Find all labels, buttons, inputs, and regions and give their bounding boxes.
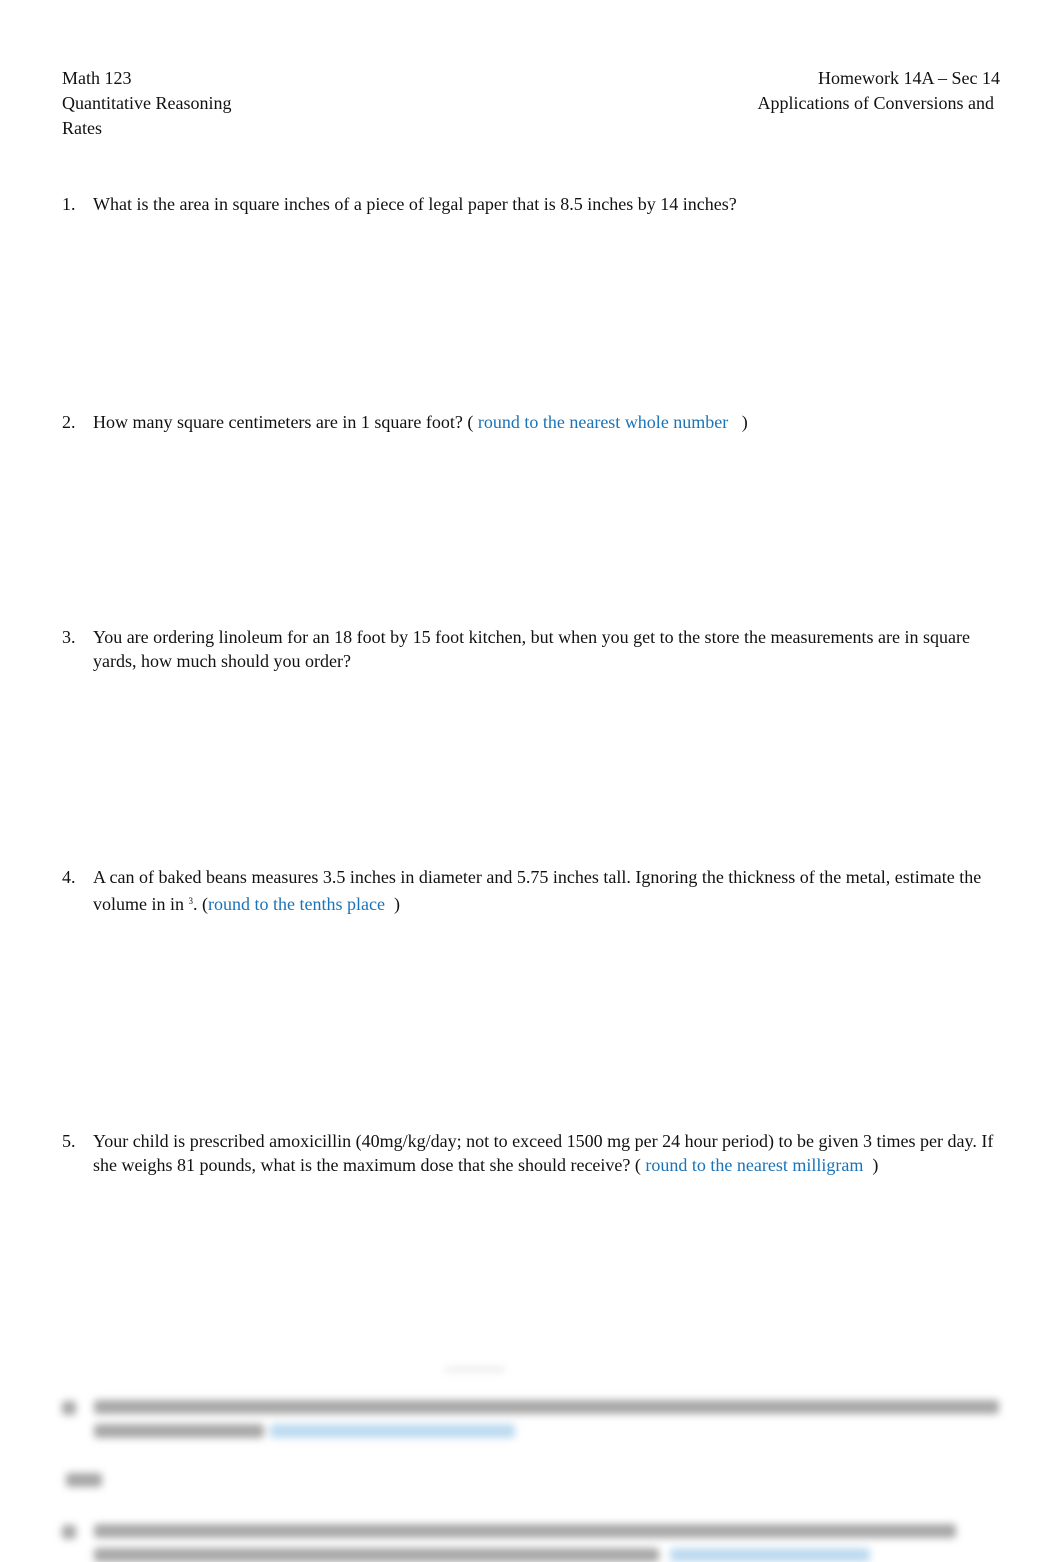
question-text-end: ) (384, 894, 400, 914)
question-number: 2. (62, 412, 76, 432)
rounding-hint: round to the nearest milligram (645, 1155, 864, 1175)
blurred-divider (445, 1368, 505, 1371)
blurred-question-line (94, 1400, 999, 1414)
blurred-answer (66, 1473, 102, 1487)
blurred-hint (670, 1548, 870, 1562)
course-code: Math 123 (62, 68, 132, 88)
question-2: 2. How many square centimeters are in 1 … (62, 410, 1002, 434)
question-4: 4. A can of baked beans measures 3.5 inc… (62, 865, 1002, 916)
question-number: 5. (62, 1131, 76, 1151)
blurred-question-line (94, 1548, 659, 1562)
question-number: 1. (62, 194, 76, 214)
course-name: Quantitative Reasoning (62, 93, 232, 113)
blurred-preview-section (0, 1365, 1062, 1562)
question-number: 3. (62, 627, 76, 647)
question-3: 3. You are ordering linoleum for an 18 f… (62, 625, 1002, 673)
question-text: You are ordering linoleum for an 18 foot… (93, 627, 970, 671)
rounding-hint: round to the tenths place (208, 894, 385, 914)
blurred-question-line (94, 1524, 956, 1538)
blurred-question-number (62, 1525, 76, 1539)
question-number: 4. (62, 867, 76, 887)
course-header: Math 123 Quantitative Reasoning Rates (62, 66, 231, 141)
question-1: 1. What is the area in square inches of … (62, 192, 1002, 216)
assignment-header: Homework 14A – Sec 14 Applications of Co… (758, 66, 1000, 116)
assignment-title: Homework 14A – Sec 14 (818, 68, 1000, 88)
course-name-continued: Rates (62, 118, 102, 138)
blurred-hint (270, 1424, 515, 1438)
blurred-question-line (94, 1424, 264, 1438)
rounding-hint: round to the nearest whole number (477, 412, 729, 432)
question-text: How many square centimeters are in 1 squ… (93, 412, 478, 432)
question-5: 5. Your child is prescribed amoxicillin … (62, 1129, 1002, 1177)
question-text: What is the area in square inches of a p… (93, 194, 737, 214)
question-text-cont: . ( (193, 894, 208, 914)
question-text-end: ) (728, 412, 748, 432)
question-text-end: ) (863, 1155, 879, 1175)
blurred-question-number (62, 1401, 76, 1415)
assignment-subtitle: Applications of Conversions and (757, 93, 994, 113)
